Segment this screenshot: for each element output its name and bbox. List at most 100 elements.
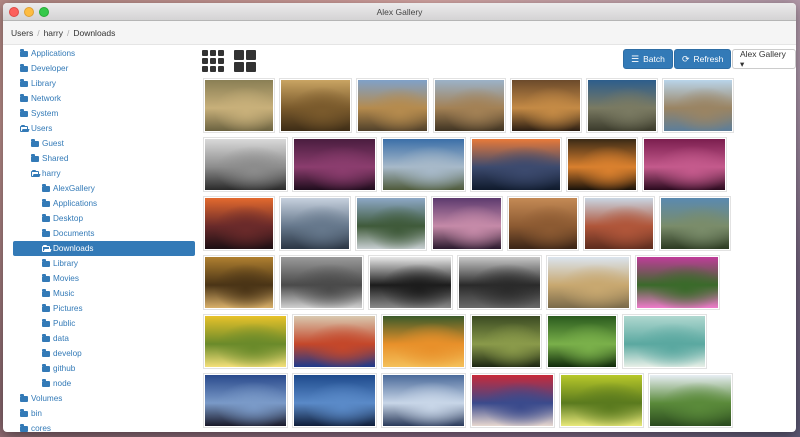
sidebar-item-pictures[interactable]: Pictures bbox=[13, 301, 195, 316]
thumbnail-city-coast-dusk[interactable] bbox=[203, 373, 288, 428]
sidebar-item-github[interactable]: github bbox=[13, 361, 195, 376]
sidebar-item-network[interactable]: Network bbox=[13, 91, 195, 106]
grid-9-icon[interactable] bbox=[202, 50, 226, 72]
breadcrumb: Users / harry / Downloads bbox=[3, 21, 796, 45]
sidebar-item-music[interactable]: Music bbox=[13, 286, 195, 301]
thumbnail-image bbox=[472, 139, 560, 190]
thumbnail-jaguar-on-log[interactable] bbox=[586, 78, 658, 133]
thumbnail-bear-sleeping[interactable] bbox=[507, 196, 579, 251]
thumbnail-yellow-lilies[interactable] bbox=[203, 314, 288, 369]
folder-icon bbox=[42, 228, 50, 237]
thumbnail-image bbox=[561, 375, 642, 426]
sidebar-item-cores[interactable]: cores bbox=[13, 421, 195, 432]
thumbnail-orange-rose[interactable] bbox=[381, 314, 466, 369]
sidebar-item-data[interactable]: data bbox=[13, 331, 195, 346]
thumbnail-lake-mountains[interactable] bbox=[279, 196, 351, 251]
thumbnail-aerial-clouds[interactable] bbox=[381, 373, 466, 428]
sidebar-item-alexgallery[interactable]: AlexGallery bbox=[13, 181, 195, 196]
gallery-row bbox=[203, 255, 796, 314]
refresh-button[interactable]: ⟳ Refresh bbox=[674, 49, 732, 69]
sidebar-item-library[interactable]: Library bbox=[13, 76, 195, 91]
grid-cell bbox=[210, 50, 216, 56]
breadcrumb-item-harry[interactable]: harry bbox=[44, 28, 63, 38]
sidebar-item-node[interactable]: node bbox=[13, 376, 195, 391]
sidebar-item-label: Volumes bbox=[31, 394, 63, 403]
thumbnail-red-blue-berries[interactable] bbox=[470, 373, 555, 428]
thumbnail-yellow-leaves[interactable] bbox=[559, 373, 644, 428]
sidebar-item-documents[interactable]: Documents bbox=[13, 226, 195, 241]
thumbnail-black-wolf-snow[interactable] bbox=[368, 255, 453, 310]
thumbnail-image bbox=[294, 316, 375, 367]
zoom-button[interactable] bbox=[39, 7, 49, 17]
thumbnail-jungle-trees[interactable] bbox=[470, 314, 542, 369]
grid-4-icon[interactable] bbox=[234, 50, 258, 72]
thumbnail-image bbox=[664, 80, 732, 131]
thumbnail-desert-plains[interactable] bbox=[546, 255, 631, 310]
thumbnail-mountain-lake-sunset[interactable] bbox=[470, 137, 562, 192]
sidebar-item-downloads[interactable]: Downloads bbox=[13, 241, 195, 256]
grid-cell bbox=[218, 50, 224, 56]
thumbnail-yosemite-cliffs[interactable] bbox=[659, 196, 731, 251]
thumbnail-image bbox=[644, 139, 725, 190]
thumbnail-black-wolf-forest[interactable] bbox=[457, 255, 542, 310]
sidebar-item-volumes[interactable]: Volumes bbox=[13, 391, 195, 406]
main-panel: ☰ Batch ⟳ Refresh Alex Gallery ▾ bbox=[199, 46, 796, 432]
sidebar-item-users[interactable]: Users bbox=[13, 121, 195, 136]
thumbnail-succulent-plant[interactable] bbox=[622, 314, 707, 369]
thumbnail-image bbox=[205, 80, 273, 131]
thumbnail-green-field-tree[interactable] bbox=[648, 373, 733, 428]
thumbnail-leopard-on-branch[interactable] bbox=[356, 78, 429, 133]
close-button[interactable] bbox=[9, 7, 19, 17]
refresh-button-label: Refresh bbox=[693, 54, 724, 64]
thumbnail-ocean-blue-pier[interactable] bbox=[292, 373, 377, 428]
thumbnail-mountain-lake-reflection[interactable] bbox=[355, 196, 427, 251]
thumbnail-purple-mountains[interactable] bbox=[431, 196, 503, 251]
sidebar-item-developer[interactable]: Developer bbox=[13, 61, 195, 76]
thumbnail-red-rock-valley[interactable] bbox=[583, 196, 655, 251]
folder-icon bbox=[20, 423, 28, 432]
sidebar-item-library[interactable]: Library bbox=[13, 256, 195, 271]
thumbnail-sunset-sea[interactable] bbox=[203, 196, 275, 251]
thumbnail-pink-peony[interactable] bbox=[635, 255, 720, 310]
gallery-row bbox=[203, 137, 796, 196]
sidebar-item-movies[interactable]: Movies bbox=[13, 271, 195, 286]
thumbnail-purple-wave[interactable] bbox=[642, 137, 727, 192]
sidebar-item-shared[interactable]: Shared bbox=[13, 151, 195, 166]
sidebar-item-label: Developer bbox=[31, 64, 69, 73]
sidebar-item-public[interactable]: Public bbox=[13, 316, 195, 331]
thumbnail-tiger-in-water[interactable] bbox=[566, 137, 638, 192]
sidebar-item-guest[interactable]: Guest bbox=[13, 136, 195, 151]
sidebar-item-desktop[interactable]: Desktop bbox=[13, 211, 195, 226]
minimize-button[interactable] bbox=[24, 7, 34, 17]
sidebar-item-system[interactable]: System bbox=[13, 106, 195, 121]
sidebar-item-develop[interactable]: develop bbox=[13, 346, 195, 361]
thumbnail-mountain-valley[interactable] bbox=[381, 137, 466, 192]
thumbnail-statue-of-liberty[interactable] bbox=[203, 137, 288, 192]
thumbnail-blue-berries-branch[interactable] bbox=[292, 314, 377, 369]
thumbnail-leopard-closeup[interactable] bbox=[279, 78, 352, 133]
thumbnail-imac-purple[interactable] bbox=[292, 137, 377, 192]
batch-button[interactable]: ☰ Batch bbox=[623, 49, 673, 69]
thumbnail-leopard-resting-tree[interactable] bbox=[433, 78, 506, 133]
thumbnail-image bbox=[205, 316, 286, 367]
grid-cell bbox=[210, 58, 216, 64]
sidebar-item-applications[interactable]: Applications bbox=[13, 196, 195, 211]
sidebar-item-label: data bbox=[53, 334, 69, 343]
grid-cell bbox=[202, 66, 208, 72]
breadcrumb-item-users[interactable]: Users bbox=[11, 28, 33, 38]
folder-icon bbox=[42, 303, 50, 312]
sidebar-item-bin[interactable]: bin bbox=[13, 406, 195, 421]
sidebar-item-harry[interactable]: harry bbox=[13, 166, 195, 181]
thumbnail-image bbox=[294, 375, 375, 426]
thumbnail-wolf-grey[interactable] bbox=[279, 255, 364, 310]
gallery-select-label: Alex Gallery ▾ bbox=[740, 48, 786, 69]
image-gallery bbox=[203, 78, 796, 432]
gallery-select-dropdown[interactable]: Alex Gallery ▾ bbox=[732, 49, 796, 69]
thumbnail-green-snake-leaves[interactable] bbox=[546, 314, 618, 369]
thumbnail-jaguar-lying[interactable] bbox=[510, 78, 582, 133]
thumbnail-cheetah-running[interactable] bbox=[203, 78, 275, 133]
thumbnail-leopard-face[interactable] bbox=[203, 255, 275, 310]
sidebar-item-label: Applications bbox=[31, 49, 76, 58]
sidebar-item-applications[interactable]: Applications bbox=[13, 46, 195, 61]
thumbnail-jaguar-reflection[interactable] bbox=[662, 78, 734, 133]
